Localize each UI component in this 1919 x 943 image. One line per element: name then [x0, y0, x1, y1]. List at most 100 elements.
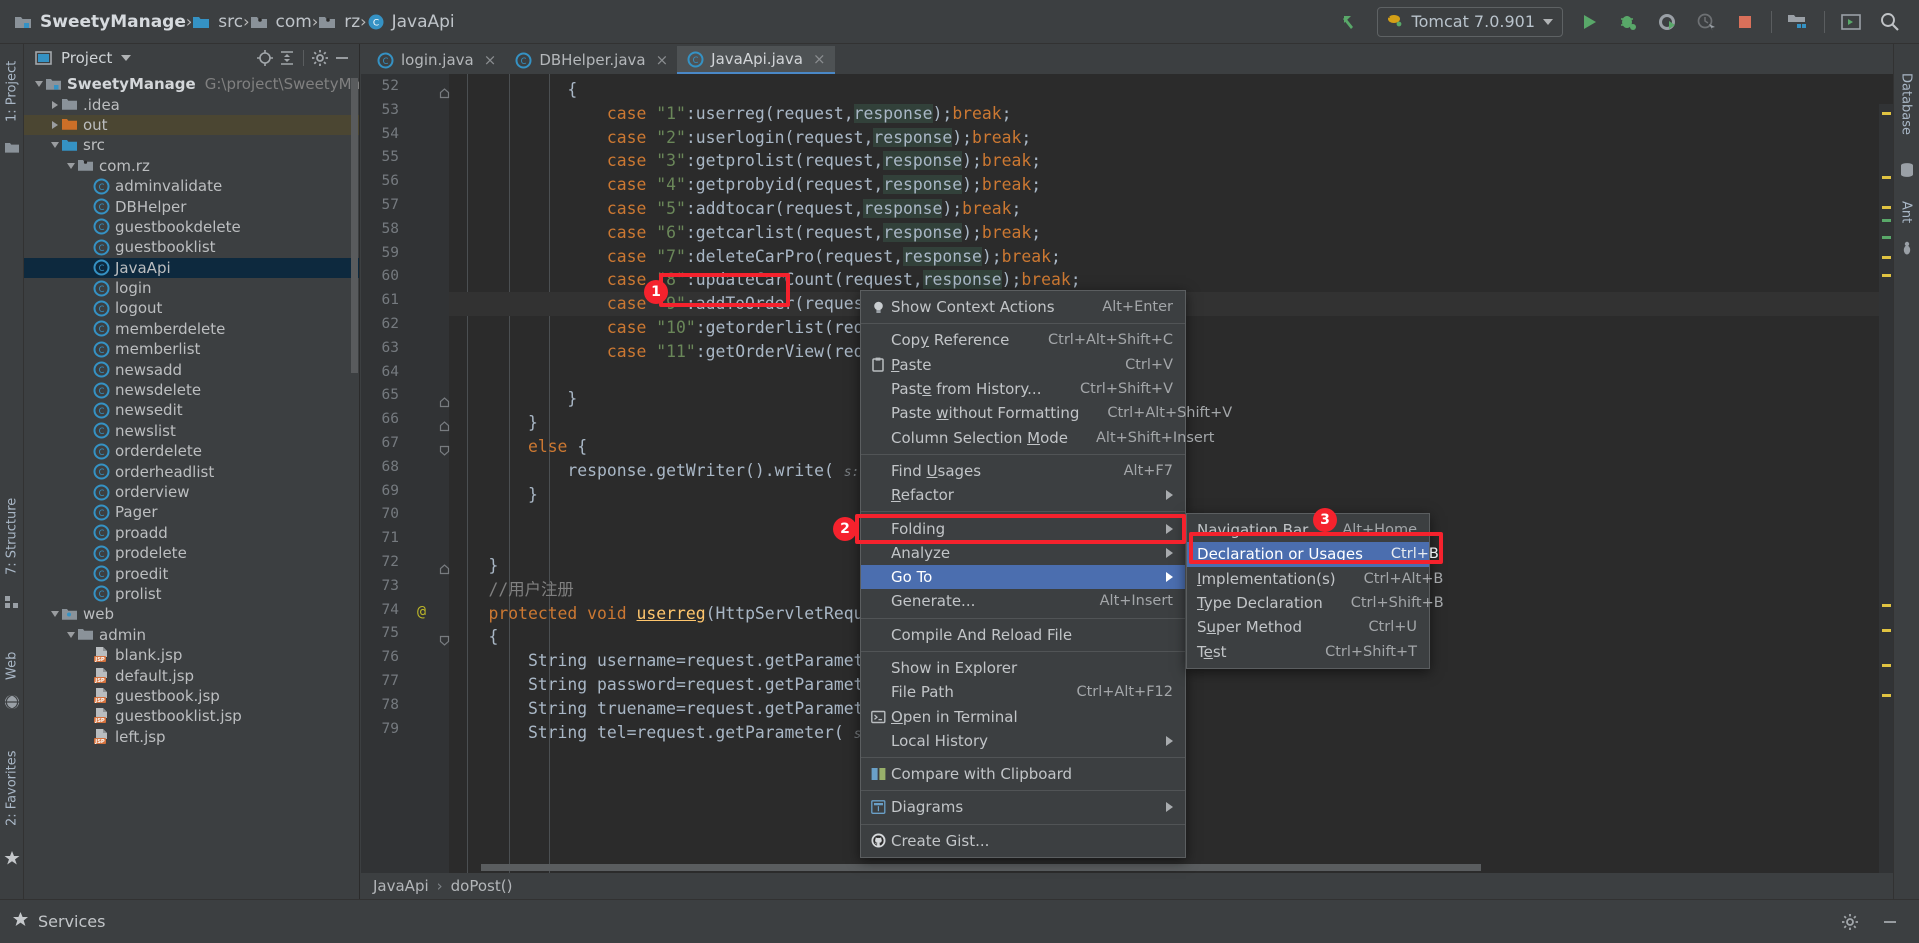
- code-line[interactable]: String tel=request.getParameter( s: "te: [449, 721, 907, 745]
- tree-item-blank-jsp[interactable]: JSP blank.jsp: [24, 645, 359, 665]
- menu-item-generate[interactable]: Generate... Alt+Insert: [861, 589, 1185, 613]
- annotation-gutter-icon[interactable]: @: [417, 602, 426, 620]
- editor-gutter[interactable]: 52 53 54 55 56 57 58 59 60 61 62 63 64 65 66 67 68 69 70 71…: [361, 74, 450, 899]
- tree-item-left-jsp[interactable]: JSP left.jsp: [24, 727, 359, 747]
- tree-scrollbar[interactable]: [351, 78, 358, 373]
- menu-item-navigation-bar[interactable]: Navigation Bar Alt+Home: [1187, 518, 1429, 542]
- chevron-down-icon[interactable]: [64, 162, 77, 169]
- tree-item-out[interactable]: out: [24, 114, 359, 136]
- menu-item-refactor[interactable]: Refactor: [861, 483, 1185, 507]
- tree-item-prolist[interactable]: Cprolist: [24, 584, 359, 604]
- console-icon[interactable]: [1838, 9, 1864, 35]
- tree-item-proedit[interactable]: Cproedit: [24, 563, 359, 583]
- back-arrow-icon[interactable]: [1338, 9, 1364, 35]
- menu-item-open-in-terminal[interactable]: Open in Terminal: [861, 704, 1185, 728]
- search-icon[interactable]: [1877, 9, 1903, 35]
- code-line[interactable]: {: [449, 625, 498, 649]
- chevron-down-icon[interactable]: [32, 81, 45, 88]
- tree-item-newsedit[interactable]: Cnewsedit: [24, 400, 359, 420]
- collapse-all-icon[interactable]: [276, 47, 298, 69]
- code-line[interactable]: protected void userreg(HttpServletReques…: [449, 602, 893, 626]
- tree-item-default-jsp[interactable]: JSP default.jsp: [24, 665, 359, 685]
- breadcrumb-item-com[interactable]: com: [250, 12, 312, 32]
- breadcrumb-item-project[interactable]: SweetyManage: [14, 12, 186, 32]
- tool-window-ant[interactable]: Ant: [1894, 190, 1918, 234]
- menu-item-declaration-or-usages[interactable]: Declaration or Usages Ctrl+B: [1187, 542, 1439, 567]
- tree-item-web[interactable]: web: [24, 604, 359, 624]
- code-line[interactable]: }: [449, 411, 538, 435]
- menu-item-type-declaration[interactable]: Type Declaration Ctrl+Shift+B: [1187, 591, 1444, 615]
- editor-breadcrumb-class[interactable]: JavaApi: [373, 877, 429, 895]
- services-button[interactable]: Services: [0, 911, 105, 932]
- code-line[interactable]: case "3":getprolist(request,response);br…: [449, 149, 1041, 173]
- chevron-down-icon[interactable]: [121, 55, 132, 61]
- tree-item-src[interactable]: src: [24, 135, 359, 155]
- tree-item-memberlist[interactable]: Cmemberlist: [24, 339, 359, 359]
- code-line[interactable]: }: [449, 483, 538, 507]
- menu-item-folding[interactable]: Folding: [861, 516, 1185, 540]
- menu-item-create-gist[interactable]: Create Gist...: [861, 829, 1185, 853]
- menu-item-show-in-explorer[interactable]: Show in Explorer: [861, 656, 1185, 680]
- tree-item-admin[interactable]: admin: [24, 625, 359, 645]
- code-line[interactable]: response.getWriter().write( s: "{\": [449, 459, 906, 483]
- code-line[interactable]: String username=request.getParameter(: [449, 649, 893, 673]
- close-icon[interactable]: ×: [813, 50, 826, 68]
- editor-horizontal-scrollbar[interactable]: [481, 864, 1481, 871]
- tree-item-guestbook-jsp[interactable]: JSP guestbook.jsp: [24, 686, 359, 706]
- tree-item-javaapi[interactable]: C JavaApi: [24, 257, 359, 278]
- gear-icon[interactable]: [1839, 911, 1861, 933]
- menu-item-paste[interactable]: Paste Ctrl+V: [861, 353, 1185, 377]
- menu-item-test[interactable]: Test Ctrl+Shift+T: [1187, 639, 1429, 663]
- chevron-right-icon[interactable]: [48, 100, 61, 109]
- code-line[interactable]: case "1":userreg(request,response);break…: [449, 102, 1012, 126]
- profile-icon[interactable]: [1693, 9, 1719, 35]
- menu-item-copy-reference[interactable]: Copy Reference Ctrl+Alt+Shift+C: [861, 328, 1185, 352]
- menu-item-super-method[interactable]: Super Method Ctrl+U: [1187, 615, 1429, 639]
- chevron-down-icon[interactable]: [48, 142, 61, 149]
- hide-icon[interactable]: [1879, 911, 1901, 933]
- tree-item-sweetymanage[interactable]: SweetyManage G:\project\SweetyManage: [24, 74, 359, 94]
- goto-submenu[interactable]: Navigation Bar Alt+Home Declaration or Usa…: [1186, 513, 1444, 669]
- menu-item-column-selection-mode[interactable]: Column Selection Mode Alt+Shift+Insert: [861, 425, 1214, 449]
- menu-item-go-to[interactable]: Go To: [861, 564, 1185, 590]
- menu-item-local-history[interactable]: Local History: [861, 729, 1185, 753]
- run-icon[interactable]: [1576, 9, 1602, 35]
- breadcrumb-item-class[interactable]: C JavaApi: [367, 12, 455, 32]
- code-line[interactable]: }: [449, 554, 498, 578]
- tool-window-favorites[interactable]: 2: Favorites: [0, 732, 24, 844]
- tree-item-orderdelete[interactable]: Corderdelete: [24, 441, 359, 461]
- menu-item-diagrams[interactable]: Diagrams: [861, 795, 1185, 819]
- tree-item-memberdelete[interactable]: Cmemberdelete: [24, 319, 359, 339]
- code-line[interactable]: case "8":updateCarCount(request,response…: [449, 268, 1081, 292]
- stop-icon[interactable]: [1732, 9, 1758, 35]
- close-icon[interactable]: ×: [656, 51, 669, 69]
- breadcrumb-item-src[interactable]: src: [192, 12, 243, 32]
- menu-item-file-path[interactable]: File Path Ctrl+Alt+F12: [861, 680, 1185, 704]
- editor-tab-dbhelper-java[interactable]: C DBHelper.java ×: [505, 46, 677, 74]
- chevron-down-icon[interactable]: [1543, 18, 1553, 25]
- code-line[interactable]: case "2":userlogin(request,response);bre…: [449, 126, 1031, 150]
- menu-item-compile-and-reload-file[interactable]: Compile And Reload File: [861, 623, 1185, 647]
- tool-window-database[interactable]: Database: [1894, 54, 1918, 154]
- tree-item-orderview[interactable]: Corderview: [24, 482, 359, 502]
- chevron-right-icon[interactable]: [48, 120, 61, 129]
- tree-item--idea[interactable]: .idea: [24, 94, 359, 114]
- locate-icon[interactable]: [254, 47, 276, 69]
- tool-window-structure[interactable]: 7: Structure: [0, 484, 24, 588]
- close-icon[interactable]: ×: [484, 51, 497, 69]
- code-line[interactable]: }: [449, 387, 577, 411]
- editor-context-menu[interactable]: Show Context Actions Alt+Enter Copy Refere…: [860, 290, 1232, 858]
- editor-breadcrumb-method[interactable]: doPost(): [451, 877, 513, 895]
- code-line[interactable]: case "7":deleteCarPro(request,response);…: [449, 245, 1061, 269]
- tree-item-guestbooklist[interactable]: Cguestbooklist: [24, 237, 359, 257]
- tool-window-project[interactable]: 1: Project: [0, 48, 24, 134]
- debug-icon[interactable]: [1615, 9, 1641, 35]
- tree-item-prodelete[interactable]: Cprodelete: [24, 543, 359, 563]
- editor-marker-strip[interactable]: [1879, 104, 1893, 873]
- tree-item-dbhelper[interactable]: C DBHelper: [24, 196, 359, 216]
- tree-item-guestbookdelete[interactable]: Cguestbookdelete: [24, 217, 359, 237]
- code-line[interactable]: String password=request.getParameter(: [449, 673, 893, 697]
- gear-icon[interactable]: [309, 47, 331, 69]
- menu-item-implementation-s[interactable]: Implementation(s) Ctrl+Alt+B: [1187, 567, 1443, 591]
- code-line[interactable]: String truename=request.getParameter(: [449, 697, 893, 721]
